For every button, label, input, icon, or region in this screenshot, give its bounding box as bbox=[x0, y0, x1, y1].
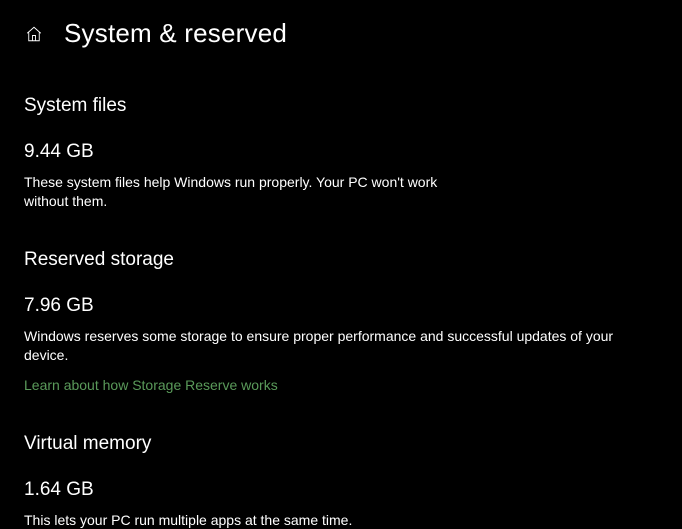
section-reserved-storage: Reserved storage 7.96 GB Windows reserve… bbox=[24, 249, 658, 395]
page-header: System & reserved bbox=[0, 0, 682, 57]
section-heading-system-files: System files bbox=[24, 95, 658, 117]
learn-storage-reserve-link[interactable]: Learn about how Storage Reserve works bbox=[24, 377, 278, 393]
system-files-description: These system files help Windows run prop… bbox=[24, 173, 444, 211]
virtual-memory-size: 1.64 GB bbox=[24, 479, 658, 501]
reserved-storage-size: 7.96 GB bbox=[24, 295, 658, 317]
home-icon[interactable] bbox=[24, 24, 44, 44]
virtual-memory-description: This lets your PC run multiple apps at t… bbox=[24, 511, 654, 529]
section-system-files: System files 9.44 GB These system files … bbox=[24, 95, 658, 211]
reserved-storage-description: Windows reserves some storage to ensure … bbox=[24, 327, 654, 365]
section-heading-reserved-storage: Reserved storage bbox=[24, 249, 658, 271]
content-area: System files 9.44 GB These system files … bbox=[0, 95, 682, 529]
section-virtual-memory: Virtual memory 1.64 GB This lets your PC… bbox=[24, 433, 658, 529]
section-heading-virtual-memory: Virtual memory bbox=[24, 433, 658, 455]
page-title: System & reserved bbox=[64, 18, 287, 49]
system-files-size: 9.44 GB bbox=[24, 141, 658, 163]
